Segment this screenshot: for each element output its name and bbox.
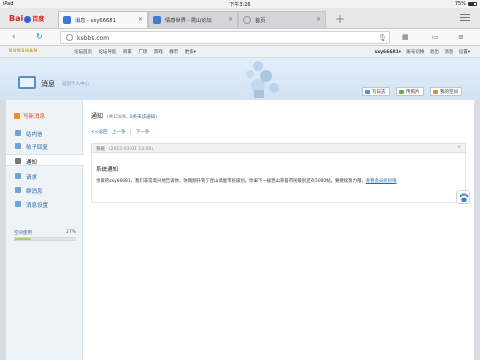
next-link[interactable]: 下一条 bbox=[136, 130, 150, 135]
microphone-icon[interactable]: 🎙 bbox=[378, 34, 387, 42]
username[interactable]: sxy66681 bbox=[375, 50, 399, 55]
paw-icon bbox=[24, 16, 32, 23]
delete-message-button[interactable]: × bbox=[457, 145, 461, 150]
message-header: 系统 (2015-03-01 13:06) × bbox=[91, 143, 466, 153]
sidebar-item-settings[interactable]: 消息设置 bbox=[6, 198, 83, 210]
battery-icon bbox=[468, 2, 477, 6]
url-field[interactable]: ksbbs.com 🎙 bbox=[60, 31, 390, 44]
site-links: 论坛首页 论坛导航 商家 广场 游戏 群币 更多▾ bbox=[74, 49, 201, 55]
photo-icon bbox=[399, 90, 404, 94]
bell-icon bbox=[15, 158, 21, 164]
back-link[interactable]: <<返回 bbox=[91, 130, 108, 135]
close-icon[interactable]: ✕ bbox=[316, 16, 321, 23]
blog-icon bbox=[365, 90, 370, 94]
user-menu-arrow[interactable]: ▾ bbox=[399, 50, 401, 55]
site-icon bbox=[66, 34, 73, 41]
message-body: 系统通知 亲爱的sxy66681，我们非常高兴地告诉你，你刚刚升到了昆山高能市民… bbox=[91, 153, 466, 203]
tab-home[interactable]: 首页 ✕ bbox=[238, 11, 326, 28]
unread-count-link[interactable]: 0条未读通知) bbox=[130, 115, 157, 120]
space-usage-label: 空间使用 bbox=[14, 231, 32, 236]
status-bar: iPad 下午3:26 75% bbox=[0, 0, 480, 8]
space-usage: 空间使用 27% bbox=[14, 230, 76, 241]
page-title: 消息 bbox=[41, 80, 55, 88]
write-message-button[interactable]: 写新消息 bbox=[14, 112, 45, 120]
reply-icon bbox=[15, 143, 21, 149]
sidebar-item-replies[interactable]: 帖子回复 bbox=[6, 140, 83, 152]
battery-percent: 75% bbox=[454, 1, 466, 7]
floating-paw-button[interactable] bbox=[456, 190, 470, 204]
logout-link[interactable]: 退出 bbox=[430, 50, 439, 55]
tab-messages[interactable]: 消息 - sxy66681 ✕ bbox=[58, 11, 148, 28]
page-banner: 消息 返回个人中心 写日志 传照片 我的空间 bbox=[0, 58, 480, 100]
menu-icon[interactable] bbox=[460, 14, 470, 23]
tab-label: 情感世界 - 昆山论坛 bbox=[165, 18, 212, 24]
status-time: 下午3:26 bbox=[229, 2, 251, 8]
space-usage-fill bbox=[15, 238, 32, 240]
url-text: ksbbs.com bbox=[77, 35, 110, 42]
nav-link-guide[interactable]: 论坛导航 bbox=[98, 50, 116, 55]
more-icon[interactable]: ≡ bbox=[458, 33, 464, 41]
tab-forum[interactable]: 情感世界 - 昆山论坛 ✕ bbox=[148, 11, 238, 28]
pager-separator: | bbox=[129, 130, 132, 135]
message-icon bbox=[18, 76, 36, 89]
user-links: sxy66681▾ 账号切换 退出 消息 设置▾ bbox=[375, 49, 470, 55]
qr-scan-icon[interactable]: ▦ bbox=[402, 33, 409, 41]
page-body: 写新消息 站内信 帖子回复 通知 请求 群消息 消息设置 空间使用 27% 通知… bbox=[6, 100, 474, 360]
address-bar-row: ‹ ↻ ksbbs.com 🎙 ▦ ▭ ≡ bbox=[0, 29, 480, 46]
sidebar-item-notifications[interactable]: 通知 bbox=[6, 154, 84, 166]
pager: <<返回 上一条 | 下一条 bbox=[91, 129, 152, 135]
nav-link-square[interactable]: 广场 bbox=[138, 50, 147, 55]
home-icon bbox=[433, 90, 438, 94]
space-usage-percent: 27% bbox=[65, 230, 76, 235]
upload-photo-button[interactable]: 传照片 bbox=[396, 87, 424, 96]
plus-icon bbox=[14, 113, 20, 119]
notification-count: (共158条, bbox=[107, 115, 128, 120]
baidu-logo[interactable]: Bai 百度 bbox=[9, 14, 49, 24]
globe-icon bbox=[243, 16, 251, 24]
browser-tab-bar: Bai 百度 消息 - sxy66681 ✕ 情感世界 - 昆山论坛 ✕ 首页 ✕… bbox=[0, 8, 480, 29]
sidebar-item-inbox[interactable]: 站内信 bbox=[6, 127, 83, 139]
group-icon bbox=[15, 187, 21, 193]
add-tab-button[interactable]: + bbox=[335, 12, 345, 26]
paw-icon bbox=[459, 193, 469, 202]
back-icon[interactable]: ‹ bbox=[12, 32, 16, 42]
site-top-nav: KUNSHAN 论坛首页 论坛导航 商家 广场 游戏 群币 更多▾ sxy666… bbox=[0, 46, 480, 58]
sidebar: 写新消息 站内信 帖子回复 通知 请求 群消息 消息设置 空间使用 27% bbox=[6, 100, 84, 360]
page-icon bbox=[63, 16, 71, 24]
bookmark-icon[interactable]: ▭ bbox=[432, 33, 439, 41]
content-title: 通知 bbox=[91, 113, 104, 120]
content-title-row: 通知 (共158条, 0条未读通知) bbox=[91, 111, 157, 120]
sidebar-item-requests[interactable]: 请求 bbox=[6, 170, 83, 182]
settings-link[interactable]: 设置▾ bbox=[459, 50, 470, 55]
sidebar-item-group-messages[interactable]: 群消息 bbox=[6, 184, 83, 196]
message-time: (2015-03-01 13:06) bbox=[109, 147, 154, 152]
message-text: 亲爱的sxy66681，我们非常高兴地告诉你，你刚刚升到了昆山高能市民级别。你离… bbox=[96, 179, 397, 184]
tab-label: 首页 bbox=[255, 18, 266, 24]
decorative-illustration bbox=[240, 61, 279, 98]
prev-link[interactable]: 上一条 bbox=[112, 130, 126, 135]
message-sender: 系统 bbox=[96, 147, 105, 152]
message-subject: 系统通知 bbox=[96, 167, 119, 173]
messages-link[interactable]: 消息 bbox=[444, 50, 453, 55]
nav-link-home[interactable]: 论坛首页 bbox=[74, 50, 92, 55]
page-icon bbox=[153, 16, 161, 24]
refresh-icon[interactable]: ↻ bbox=[36, 32, 43, 41]
request-icon bbox=[15, 173, 21, 179]
switch-account-link[interactable]: 账号切换 bbox=[406, 50, 424, 55]
back-to-profile-link[interactable]: 返回个人中心 bbox=[62, 81, 89, 87]
member-group-permissions-link[interactable]: 查看会员组权限 bbox=[366, 179, 397, 184]
nav-link-shops[interactable]: 商家 bbox=[123, 50, 132, 55]
write-blog-button[interactable]: 写日志 bbox=[362, 87, 390, 96]
close-icon[interactable]: ✕ bbox=[228, 16, 233, 23]
my-space-button[interactable]: 我的空间 bbox=[430, 87, 462, 96]
nav-link-more[interactable]: 更多▾ bbox=[185, 50, 196, 55]
tab-label: 消息 - sxy66681 bbox=[75, 18, 116, 24]
mail-icon bbox=[15, 130, 21, 136]
site-brand[interactable]: KUNSHAN bbox=[9, 49, 38, 54]
nav-link-games[interactable]: 游戏 bbox=[154, 50, 163, 55]
settings-icon bbox=[15, 201, 21, 207]
close-icon[interactable]: ✕ bbox=[138, 16, 143, 23]
space-usage-bar bbox=[14, 237, 76, 241]
nav-link-coins[interactable]: 群币 bbox=[169, 50, 178, 55]
